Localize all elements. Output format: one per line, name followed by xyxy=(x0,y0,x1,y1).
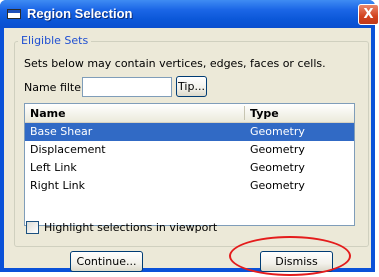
dialog-body: Eligible Sets Sets below may contain ver… xyxy=(4,28,371,272)
region-selection-dialog: Region Selection X Eligible Sets Sets be… xyxy=(0,0,379,272)
table-row[interactable]: Right Link Geometry xyxy=(25,177,354,195)
table-header: Name Type xyxy=(25,104,354,123)
column-divider[interactable] xyxy=(244,106,245,120)
sets-table: Name Type Base Shear Geometry Displaceme… xyxy=(24,103,355,226)
column-header-type[interactable]: Type xyxy=(250,107,279,120)
highlight-checkbox-label[interactable]: Highlight selections in viewport xyxy=(44,221,217,234)
row-name: Base Shear xyxy=(30,125,93,138)
row-name: Displacement xyxy=(30,143,106,156)
close-button[interactable]: X xyxy=(358,4,379,25)
tip-button-label: Tip... xyxy=(178,80,205,93)
dismiss-button[interactable]: Dismiss xyxy=(260,251,333,272)
row-type: Geometry xyxy=(250,125,305,138)
close-icon: X xyxy=(363,7,374,22)
dismiss-button-label: Dismiss xyxy=(275,255,318,268)
window-icon xyxy=(7,9,21,19)
group-label: Eligible Sets xyxy=(18,34,92,47)
row-type: Geometry xyxy=(250,179,305,192)
name-filter-input[interactable] xyxy=(82,77,172,97)
table-row[interactable]: Displacement Geometry xyxy=(25,141,354,159)
column-header-name[interactable]: Name xyxy=(30,107,66,120)
row-type: Geometry xyxy=(250,161,305,174)
title-bar[interactable]: Region Selection X xyxy=(0,0,379,28)
table-row[interactable]: Left Link Geometry xyxy=(25,159,354,177)
window-title: Region Selection xyxy=(27,6,133,21)
name-filter-label: Name filter: xyxy=(24,81,90,94)
continue-button-label: Continue... xyxy=(76,255,137,268)
row-name: Right Link xyxy=(30,179,85,192)
tip-button[interactable]: Tip... xyxy=(176,76,207,97)
row-type: Geometry xyxy=(250,143,305,156)
highlight-checkbox[interactable] xyxy=(26,221,39,234)
row-name: Left Link xyxy=(30,161,77,174)
continue-button[interactable]: Continue... xyxy=(70,251,143,272)
sets-description: Sets below may contain vertices, edges, … xyxy=(24,57,326,70)
table-row[interactable]: Base Shear Geometry xyxy=(25,123,354,141)
